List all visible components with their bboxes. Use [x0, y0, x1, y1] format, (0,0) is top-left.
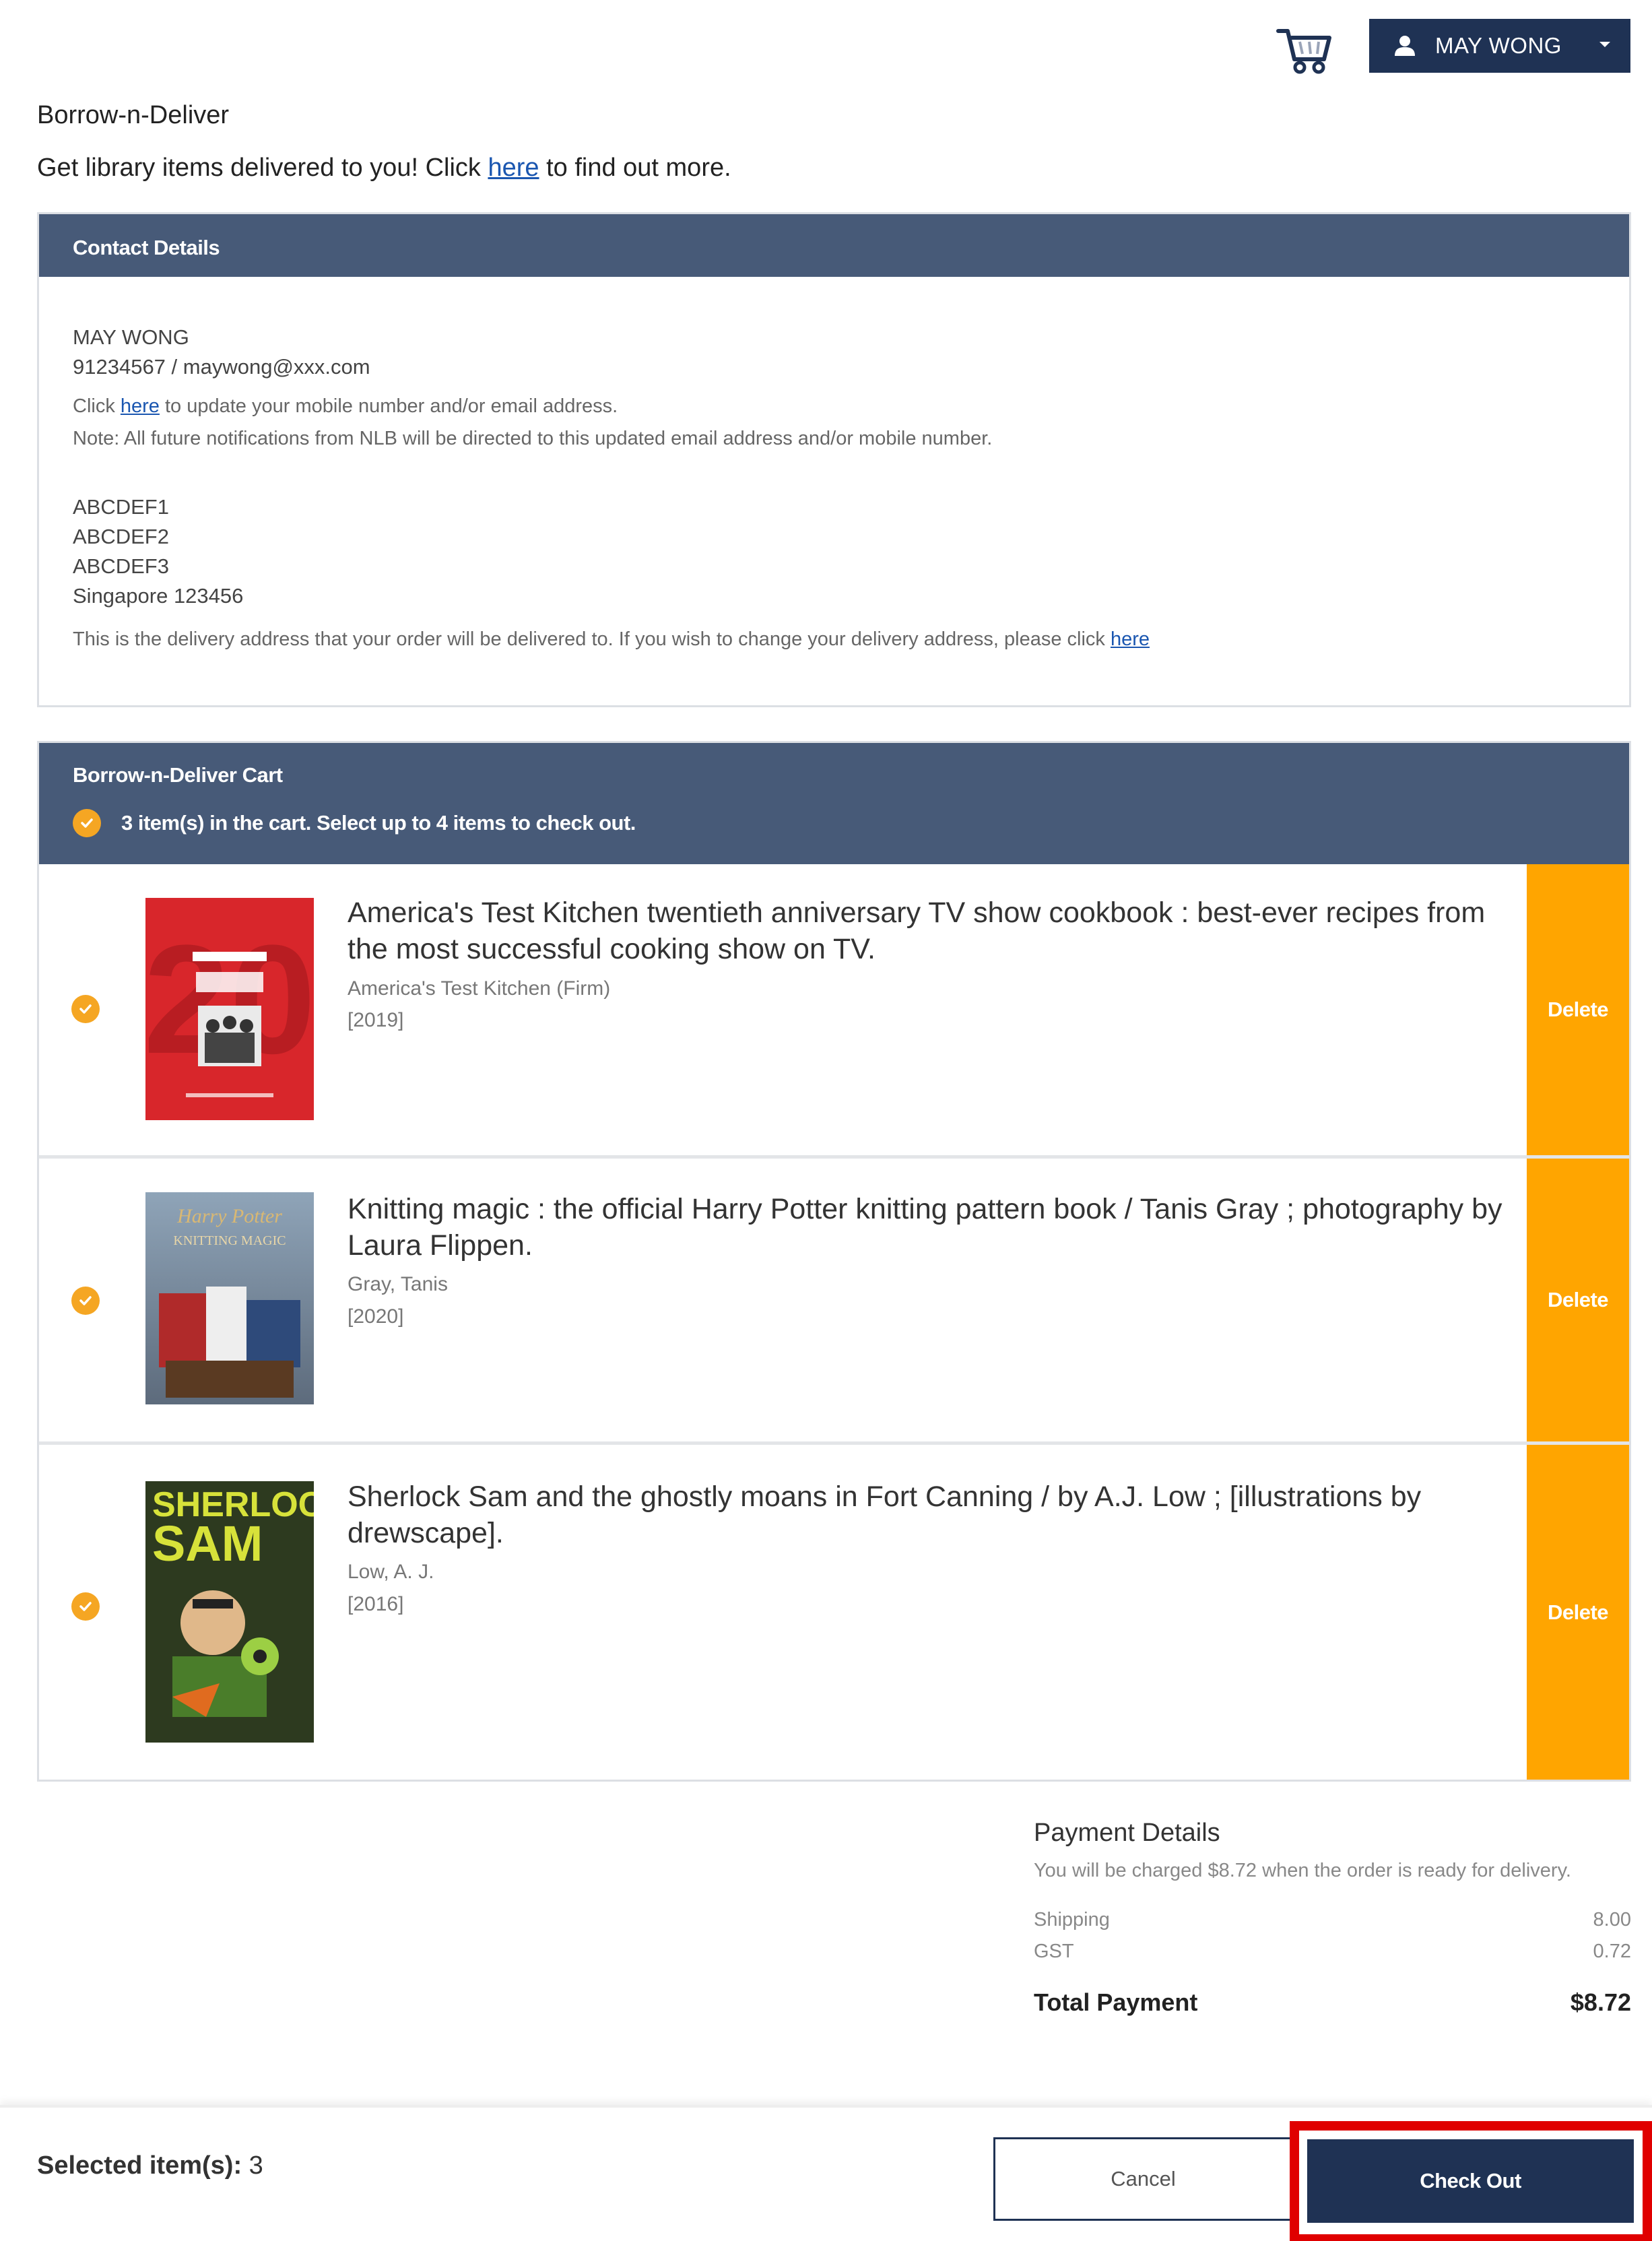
delivery-note-text: This is the delivery address that your o…: [73, 628, 1111, 650]
payment-note: You will be charged $8.72 when the order…: [1034, 1860, 1571, 1881]
item-title[interactable]: Knitting magic : the official Harry Pott…: [348, 1191, 1506, 1264]
cart-item: Harry Potter KNITTING MAGIC Knitting mag…: [39, 1159, 1629, 1445]
shipping-label: Shipping: [1034, 1909, 1110, 1930]
item-select-check-icon[interactable]: [71, 1592, 100, 1621]
select-all-check-icon[interactable]: [73, 809, 101, 837]
book-cover-image: SHERLOCK SAM: [145, 1481, 349, 1743]
address-line: ABCDEF3: [73, 554, 169, 578]
contact-details-panel: Contact Details MAY WONG 91234567 / mayw…: [37, 212, 1631, 707]
intro-after: to find out more.: [539, 154, 731, 182]
payment-heading: Payment Details: [1034, 1819, 1220, 1847]
checkout-footer: Selected item(s): 3 Cancel Check Out: [0, 2105, 1652, 2241]
item-select-check-icon[interactable]: [71, 1287, 100, 1315]
delivery-address-note: This is the delivery address that your o…: [73, 623, 1595, 655]
contact-phone-email: 91234567 / maywong@xxx.com: [73, 355, 370, 379]
cart-item: 20 America's Test Kitchen twentieth anni…: [39, 864, 1629, 1159]
gst-value: 0.72: [1593, 1941, 1631, 1962]
contact-name: MAY WONG: [73, 325, 189, 349]
item-title[interactable]: Sherlock Sam and the ghostly moans in Fo…: [348, 1479, 1506, 1551]
update-contact-link[interactable]: here: [121, 395, 160, 417]
cart-item: SHERLOCK SAM Sherlock Sam and the ghostl…: [39, 1445, 1629, 1780]
svg-text:SAM: SAM: [152, 1516, 263, 1571]
payment-details: Payment Details You will be charged $8.7…: [1034, 1819, 1631, 2017]
user-name: MAY WONG: [1435, 33, 1562, 58]
total-label: Total Payment: [1034, 1988, 1198, 2016]
delete-item-button[interactable]: Delete: [1527, 1445, 1629, 1780]
item-select-check-icon[interactable]: [71, 995, 100, 1023]
change-delivery-address-link[interactable]: here: [1111, 628, 1150, 650]
top-bar: MAY WONG: [0, 19, 1652, 75]
shipping-row: Shipping 8.00: [1034, 1909, 1631, 1931]
address-line: ABCDEF1: [73, 495, 169, 519]
item-author: Gray, Tanis: [348, 1273, 448, 1295]
shipping-value: 8.00: [1593, 1909, 1631, 1930]
address-line: Singapore 123456: [73, 584, 244, 608]
total-row: Total Payment $8.72: [1034, 1988, 1631, 2017]
contact-details-heading: Contact Details: [39, 214, 1629, 277]
address-line: ABCDEF2: [73, 525, 169, 548]
selected-items-count: Selected item(s): 3: [37, 2151, 263, 2180]
gst-label: GST: [1034, 1941, 1074, 1962]
gst-row: GST 0.72: [1034, 1941, 1631, 1963]
checkout-button[interactable]: Check Out: [1307, 2139, 1634, 2223]
cart-summary: 3 item(s) in the cart. Select up to 4 it…: [121, 811, 636, 835]
selected-count: 3: [249, 2151, 263, 2180]
cart-heading-bar: Borrow-n-Deliver Cart 3 item(s) in the c…: [39, 743, 1629, 864]
user-menu-button[interactable]: MAY WONG: [1369, 19, 1630, 73]
svg-text:Harry Potter: Harry Potter: [176, 1205, 282, 1227]
item-author: Low, A. J.: [348, 1561, 434, 1583]
update-contact-text: Click here to update your mobile number …: [73, 390, 1595, 422]
item-author: America's Test Kitchen (Firm): [348, 977, 611, 1000]
update-after: to update your mobile number and/or emai…: [159, 395, 618, 417]
update-before: Click: [73, 395, 121, 417]
total-value: $8.72: [1570, 1988, 1631, 2016]
item-year: [2016]: [348, 1593, 404, 1615]
intro-text: Get library items delivered to you! Clic…: [37, 154, 731, 183]
svg-text:KNITTING MAGIC: KNITTING MAGIC: [173, 1233, 286, 1248]
person-icon: [1381, 19, 1428, 73]
cart-heading: Borrow-n-Deliver Cart: [73, 763, 283, 787]
item-year: [2019]: [348, 1009, 404, 1031]
delete-item-button[interactable]: Delete: [1527, 1159, 1629, 1441]
cancel-button[interactable]: Cancel: [993, 2137, 1293, 2221]
delete-item-button[interactable]: Delete: [1527, 864, 1629, 1155]
selected-label: Selected item(s):: [37, 2151, 242, 2180]
page-title: Borrow-n-Deliver: [37, 101, 230, 129]
cart-panel: Borrow-n-Deliver Cart 3 item(s) in the c…: [37, 741, 1631, 1782]
item-title[interactable]: America's Test Kitchen twentieth anniver…: [348, 895, 1506, 967]
find-out-more-link[interactable]: here: [488, 154, 539, 182]
item-year: [2020]: [348, 1305, 404, 1328]
intro-before: Get library items delivered to you! Clic…: [37, 154, 488, 182]
shopping-cart-icon[interactable]: [1274, 22, 1335, 75]
chevron-down-icon: [1599, 42, 1610, 47]
notification-note: Note: All future notifications from NLB …: [73, 428, 993, 449]
book-cover-image: 20: [143, 898, 316, 1120]
book-cover-image: Harry Potter KNITTING MAGIC: [145, 1192, 314, 1404]
